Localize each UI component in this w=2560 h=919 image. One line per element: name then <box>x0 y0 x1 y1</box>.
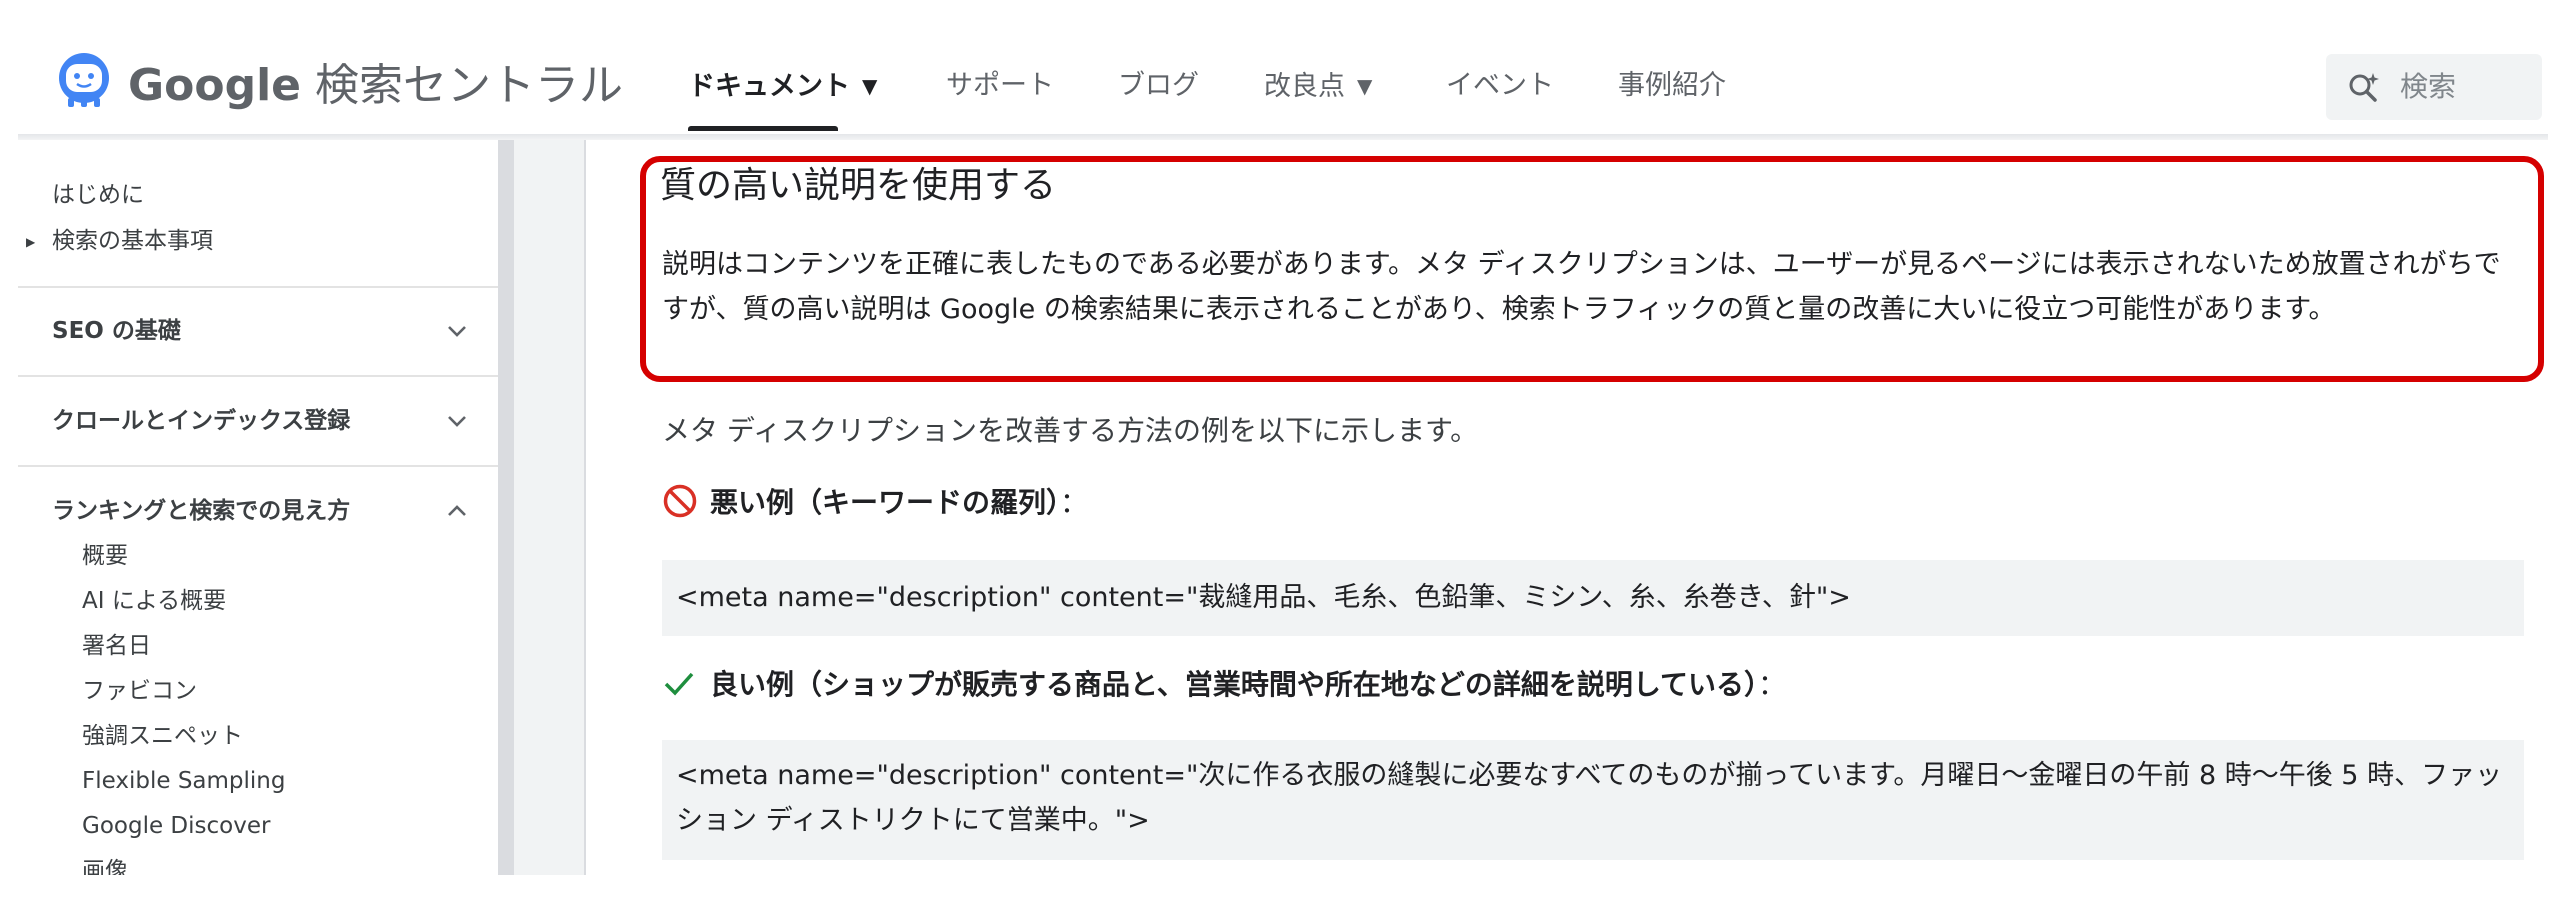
sidebar-section-seo-basics[interactable]: SEO の基礎 <box>52 314 181 348</box>
bad-example-colon: ： <box>1060 486 1089 519</box>
prohibited-icon <box>663 484 697 518</box>
sidebar-item-images[interactable]: 画像 <box>82 854 128 875</box>
tab-documents[interactable]: ドキュメント ▼ <box>688 66 877 107</box>
good-example-colon: ： <box>1758 668 1787 701</box>
examples-intro: メタ ディスクリプションを改善する方法の例を以下に示します。 <box>662 414 1479 447</box>
tab-blog[interactable]: ブログ <box>1118 66 1199 106</box>
left-nav: はじめに ▶ 検索の基本事項 SEO の基礎 クロールとインデックス登録 ランキ… <box>18 140 498 875</box>
tab-case-studies[interactable]: 事例紹介 <box>1618 66 1726 106</box>
tab-events-label: イベント <box>1446 70 1554 101</box>
bad-example-label: 悪い例（キーワードの羅列）： <box>662 482 1088 524</box>
sidebar-divider <box>18 375 498 377</box>
good-example-code: <meta name="description" content="次に作る衣服… <box>662 740 2524 860</box>
bad-example-code: <meta name="description" content="裁縫用品、毛… <box>662 560 2524 636</box>
sidebar-item-byline-date[interactable]: 署名日 <box>82 629 151 663</box>
section-heading: 質の高い説明を使用する <box>660 165 1057 206</box>
sidebar-divider <box>18 286 498 288</box>
section-paragraph: 説明はコンテンツを正確に表したものである必要があります。メタ ディスクリプション… <box>662 249 2501 325</box>
search-box[interactable]: 検索 <box>2326 54 2542 120</box>
sidebar-item-google-discover[interactable]: Google Discover <box>82 809 270 843</box>
chevron-down-icon[interactable] <box>444 318 470 344</box>
sidebar-item-featured-snippets[interactable]: 強調スニペット <box>82 719 243 753</box>
tab-support[interactable]: サポート <box>946 66 1054 106</box>
top-header: Google 検索セントラル ドキュメント ▼ サポート ブログ 改良点 ▼ イベント… <box>0 0 2560 134</box>
sidebar-item-ai-overview[interactable]: AI による概要 <box>82 584 226 618</box>
sidebar-item-basics[interactable]: 検索の基本事項 <box>52 224 213 258</box>
tab-improvements-label: 改良点 <box>1264 71 1345 102</box>
site-logo[interactable]: Google 検索セントラル <box>128 56 623 116</box>
active-tab-indicator <box>688 126 838 131</box>
logo-product-text: 検索セントラル <box>315 60 623 111</box>
sidebar-section-ranking-appearance[interactable]: ランキングと検索での見え方 <box>52 494 350 528</box>
chevron-down-icon[interactable] <box>444 408 470 434</box>
chevron-up-icon[interactable] <box>444 498 470 524</box>
expand-triangle-icon[interactable]: ▶ <box>26 225 35 259</box>
tab-documents-label: ドキュメント <box>688 71 850 102</box>
good-example-text: 良い例（ショップが販売する商品と、営業時間や所在地などの詳細を説明している） <box>710 668 1759 701</box>
tab-case-studies-label: 事例紹介 <box>1618 70 1726 101</box>
search-placeholder: 検索 <box>2400 70 2457 103</box>
tab-support-label: サポート <box>946 70 1054 101</box>
search-sparkle-icon <box>2349 73 2379 102</box>
caret-down-icon: ▼ <box>1357 74 1373 98</box>
content-gutter <box>514 140 586 875</box>
logo-google-text: Google <box>128 60 301 111</box>
good-example-label: 良い例（ショップが販売する商品と、営業時間や所在地などの詳細を説明している）： <box>662 664 1786 706</box>
search-central-logo-icon[interactable] <box>54 50 114 110</box>
tab-events[interactable]: イベント <box>1446 66 1554 106</box>
tab-blog-label: ブログ <box>1118 70 1199 101</box>
checkmark-icon <box>664 672 694 696</box>
sidebar-item-overview[interactable]: 概要 <box>82 539 128 573</box>
sidebar-item-intro[interactable]: はじめに <box>52 178 144 212</box>
sidebar-section-crawl-index[interactable]: クロールとインデックス登録 <box>52 404 350 438</box>
sidebar-item-flexible-sampling[interactable]: Flexible Sampling <box>82 764 285 798</box>
sidebar-scrollbar[interactable] <box>498 140 514 875</box>
sidebar-item-favicon[interactable]: ファビコン <box>82 674 197 708</box>
sidebar-divider <box>18 465 498 467</box>
tab-improvements[interactable]: 改良点 ▼ <box>1264 66 1372 107</box>
caret-down-icon: ▼ <box>862 74 878 98</box>
bad-example-text: 悪い例（キーワードの羅列） <box>710 486 1061 519</box>
